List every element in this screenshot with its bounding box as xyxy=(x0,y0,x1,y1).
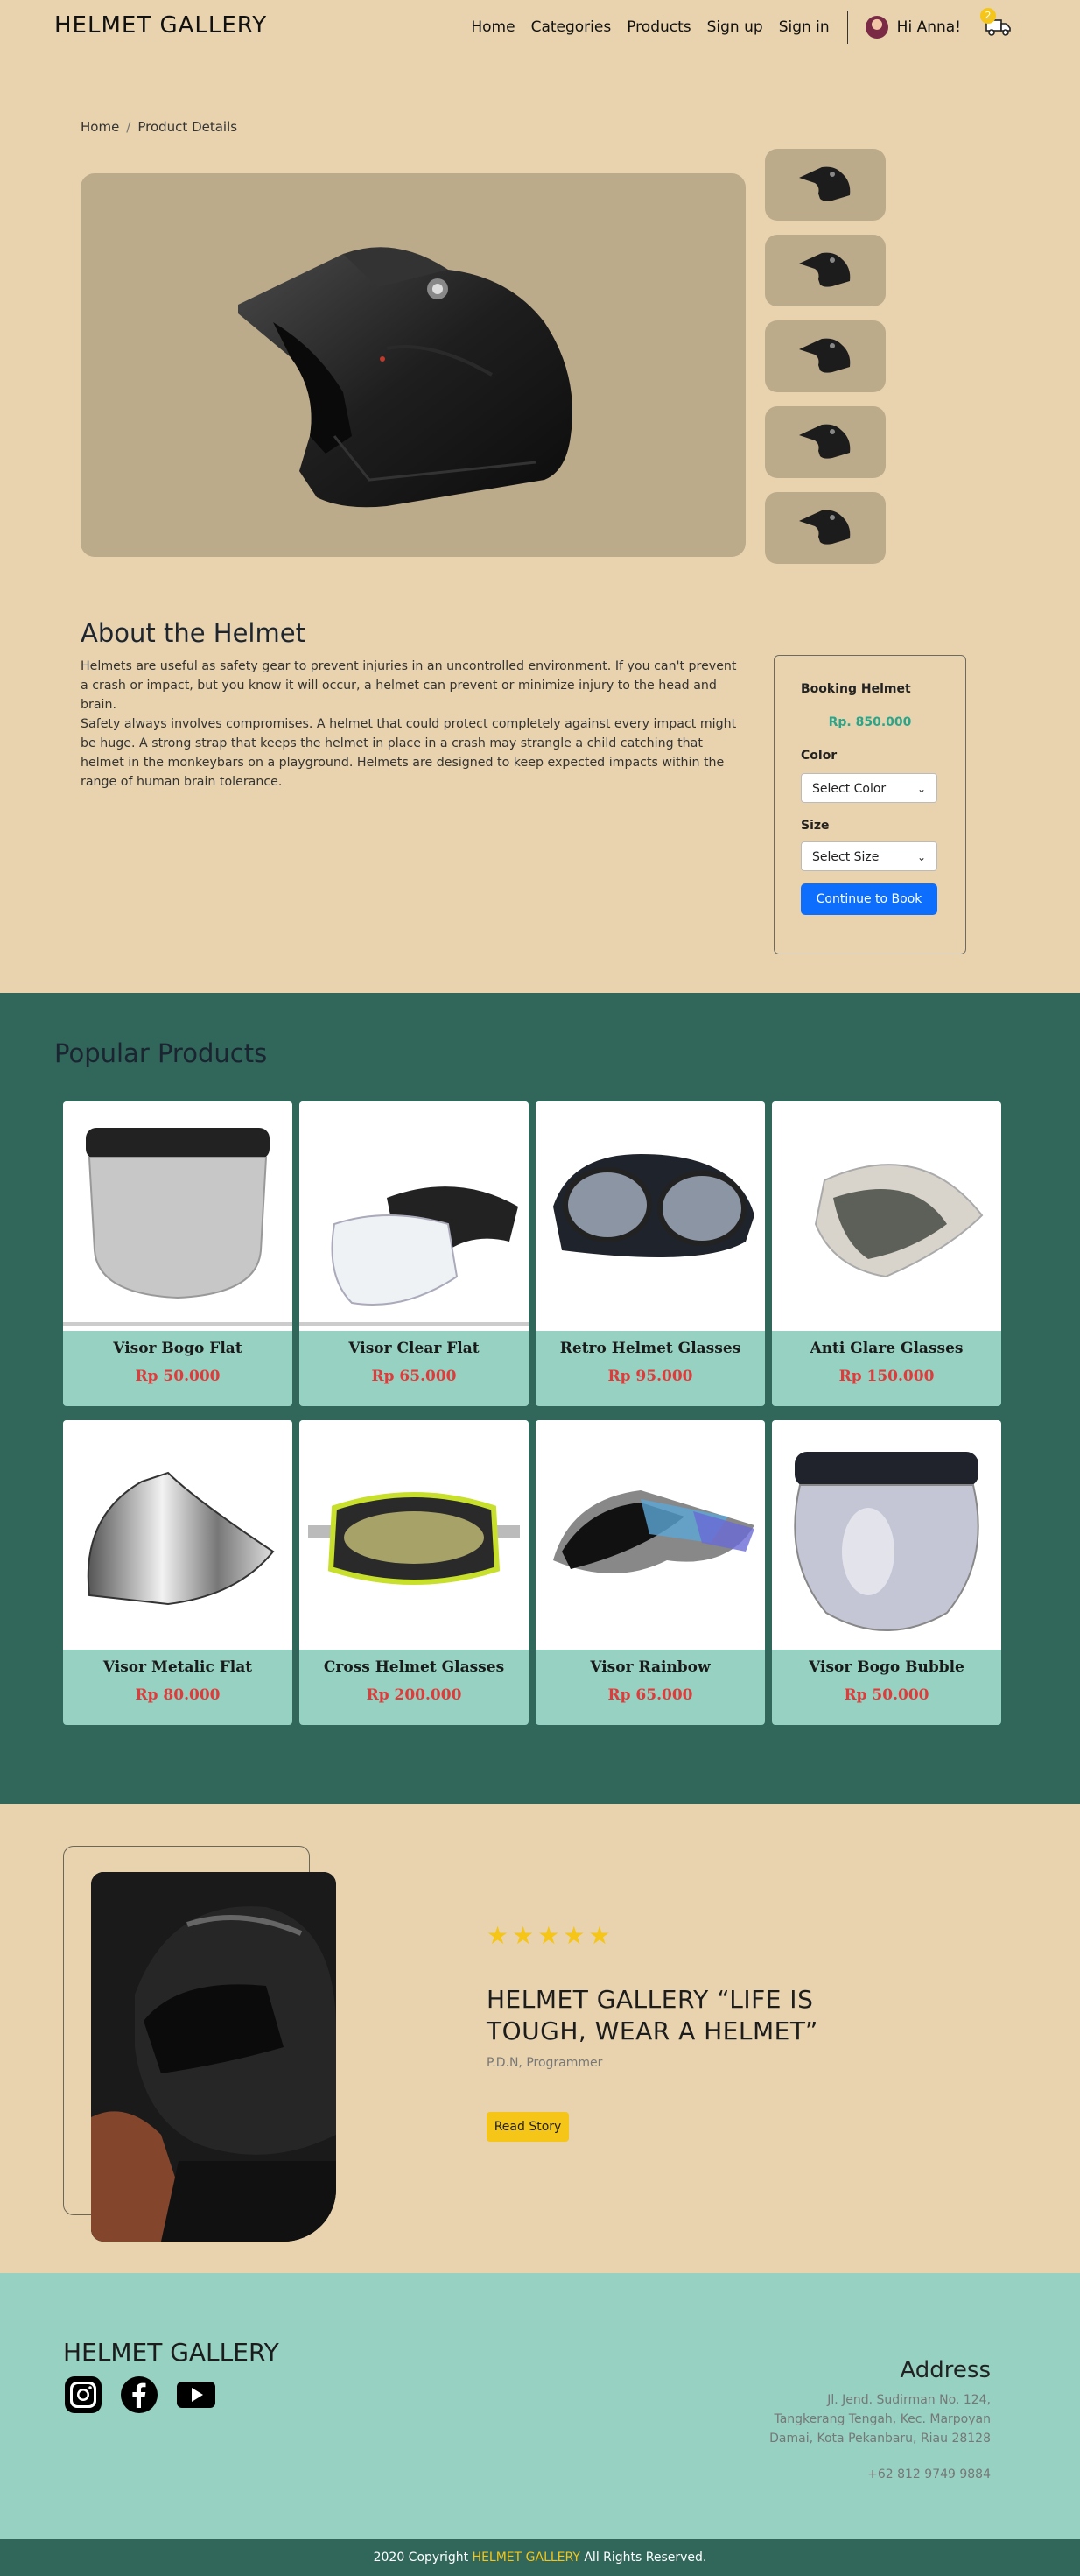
address-title: Address xyxy=(900,2357,991,2383)
social-links xyxy=(63,2375,217,2418)
color-select[interactable]: Select Color ⌄ xyxy=(801,773,937,803)
helmet-thumbnail-image xyxy=(799,338,851,373)
color-label: Color xyxy=(801,749,838,763)
address-line: Jl. Jend. Sudirman No. 124, xyxy=(827,2393,991,2407)
thumbnail-2[interactable] xyxy=(765,235,886,306)
thumbnail-3[interactable] xyxy=(765,320,886,392)
product-card[interactable]: Visor Rainbow Rp 65.000 xyxy=(536,1420,765,1725)
product-image xyxy=(536,1420,765,1650)
testimonial-author: P.D.N, Programmer xyxy=(487,2056,603,2070)
product-name: Retro Helmet Glasses xyxy=(559,1340,741,1357)
product-name: Visor Bogo Bubble xyxy=(809,1658,964,1676)
size-select[interactable]: Select Size ⌄ xyxy=(801,841,937,871)
thumbnail-4[interactable] xyxy=(765,406,886,478)
product-name: Visor Metalic Flat xyxy=(102,1658,253,1676)
youtube-icon[interactable] xyxy=(175,2375,217,2418)
breadcrumb: Home / Product Details xyxy=(81,119,238,135)
user-greeting: Hi Anna! xyxy=(896,18,961,36)
avatar xyxy=(865,16,888,39)
product-image xyxy=(772,1101,1001,1331)
helmet-thumbnail-image xyxy=(799,424,851,459)
nav-signup[interactable]: Sign up xyxy=(707,18,763,36)
product-name: Cross Helmet Glasses xyxy=(323,1658,505,1676)
nav-signin[interactable]: Sign in xyxy=(779,18,830,36)
cart-badge: 2 xyxy=(980,8,996,24)
helmet-thumbnail-image xyxy=(799,252,851,287)
product-name: Visor Clear Flat xyxy=(348,1340,480,1357)
footer-brand: HELMET GALLERY xyxy=(63,2338,279,2367)
continue-to-book-button[interactable]: Continue to Book xyxy=(801,883,937,915)
helmet-thumbnail-image xyxy=(799,166,851,201)
product-price: Rp 80.000 xyxy=(135,1686,221,1704)
product-image xyxy=(772,1420,1001,1650)
thumbnail-1[interactable] xyxy=(765,149,886,221)
nav-products[interactable]: Products xyxy=(627,18,691,36)
product-card[interactable]: Visor Bogo Bubble Rp 50.000 xyxy=(772,1420,1001,1725)
copyright-bar: 2020 Copyright HELMET GALLERY All Rights… xyxy=(0,2539,1080,2576)
main-nav: Home Categories Products Sign up Sign in… xyxy=(471,8,1012,44)
testimonial-quote: HELMET GALLERY “LIFE IS TOUGH, WEAR A HE… xyxy=(487,1985,818,2045)
product-price: Rp 65.000 xyxy=(371,1368,457,1385)
nav-home[interactable]: Home xyxy=(471,18,515,36)
product-image xyxy=(299,1101,529,1331)
breadcrumb-current: Product Details xyxy=(137,119,238,135)
product-image xyxy=(63,1420,292,1650)
product-price: Rp 50.000 xyxy=(135,1368,221,1385)
address-line: Tangkerang Tengah, Kec. Marpoyan xyxy=(774,2412,991,2426)
product-image xyxy=(63,1101,292,1331)
product-name: Visor Rainbow xyxy=(590,1658,711,1676)
chevron-down-icon: ⌄ xyxy=(916,783,926,795)
cart-button[interactable]: 2 xyxy=(980,8,1012,38)
color-select-value: Select Color xyxy=(812,782,887,796)
copyright-brand: HELMET GALLERY xyxy=(472,2551,580,2565)
rating-stars: ★★★★★ xyxy=(487,1921,614,1950)
address-line: Damai, Kota Pekanbaru, Riau 28128 xyxy=(769,2432,991,2446)
product-price: Rp 200.000 xyxy=(366,1686,462,1704)
rider-photo xyxy=(91,1872,336,2242)
product-card[interactable]: Anti Glare Glasses Rp 150.000 xyxy=(772,1101,1001,1406)
instagram-icon[interactable] xyxy=(63,2375,103,2418)
brand-logo[interactable]: HELMET GALLERY xyxy=(54,12,267,39)
product-price: Rp 95.000 xyxy=(607,1368,693,1385)
booking-price: Rp. 850.000 xyxy=(828,715,912,729)
product-name: Anti Glare Glasses xyxy=(810,1340,964,1357)
size-select-value: Select Size xyxy=(812,850,880,864)
about-paragraph-2: Safety always involves compromises. A he… xyxy=(81,717,737,789)
size-label: Size xyxy=(801,819,830,833)
nav-divider xyxy=(846,11,848,44)
product-price: Rp 65.000 xyxy=(607,1686,693,1704)
product-name: Visor Bogo Flat xyxy=(113,1340,242,1357)
address-text: Jl. Jend. Sudirman No. 124, Tangkerang T… xyxy=(711,2390,991,2448)
helmet-image xyxy=(238,247,572,508)
product-image xyxy=(299,1420,529,1650)
product-main-image xyxy=(81,173,746,557)
product-card[interactable]: Retro Helmet Glasses Rp 95.000 xyxy=(536,1101,765,1406)
about-title: About the Helmet xyxy=(81,618,305,648)
about-paragraph-1: Helmets are useful as safety gear to pre… xyxy=(81,659,737,712)
facebook-icon[interactable] xyxy=(119,2375,159,2418)
booking-title: Booking Helmet xyxy=(801,682,911,696)
product-price: Rp 50.000 xyxy=(844,1686,929,1704)
read-story-button[interactable]: Read Story xyxy=(487,2112,569,2142)
popular-title: Popular Products xyxy=(54,1038,268,1068)
breadcrumb-home[interactable]: Home xyxy=(81,119,119,135)
thumbnail-5[interactable] xyxy=(765,492,886,564)
chevron-down-icon: ⌄ xyxy=(916,851,926,863)
product-card[interactable]: Visor Clear Flat Rp 65.000 xyxy=(299,1101,529,1406)
phone-number: +62 812 9749 9884 xyxy=(867,2467,991,2481)
booking-panel: Booking Helmet Rp. 850.000 Color Select … xyxy=(774,655,966,954)
product-card[interactable]: Cross Helmet Glasses Rp 200.000 xyxy=(299,1420,529,1725)
user-menu[interactable]: Hi Anna! xyxy=(865,16,961,39)
copyright-prefix: 2020 Copyright xyxy=(373,2551,469,2565)
product-price: Rp 150.000 xyxy=(838,1368,935,1385)
nav-categories[interactable]: Categories xyxy=(531,18,612,36)
product-card[interactable]: Visor Metalic Flat Rp 80.000 xyxy=(63,1420,292,1725)
helmet-thumbnail-image xyxy=(799,510,851,545)
product-card[interactable]: Visor Bogo Flat Rp 50.000 xyxy=(63,1101,292,1406)
product-image xyxy=(536,1101,765,1331)
copyright-suffix: All Rights Reserved. xyxy=(584,2551,707,2565)
